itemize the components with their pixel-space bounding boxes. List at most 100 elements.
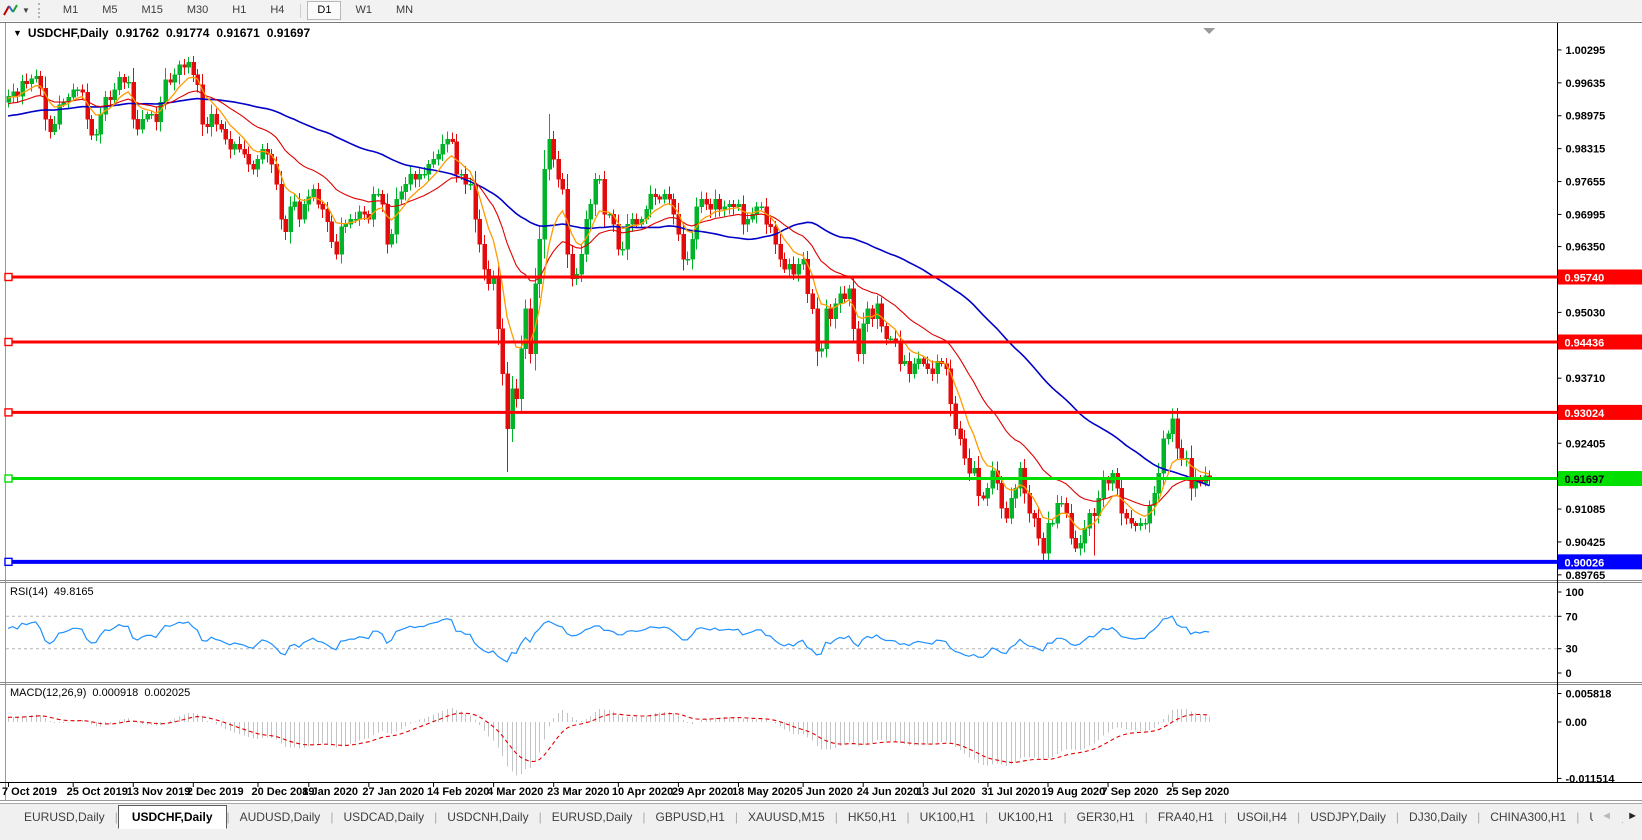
svg-text:19 Aug 2020: 19 Aug 2020 <box>1042 786 1106 798</box>
tab-eurusd-daily[interactable]: EURUSD,Daily <box>542 806 643 828</box>
svg-text:25 Sep 2020: 25 Sep 2020 <box>1166 786 1229 798</box>
svg-text:0.96350: 0.96350 <box>1566 242 1606 254</box>
timeframe-button-h4[interactable]: H4 <box>260 1 294 20</box>
svg-text:0.98315: 0.98315 <box>1566 144 1606 156</box>
tab-usdjpy-daily[interactable]: USDJPY,Daily <box>1300 806 1396 828</box>
macd-signal-value: 0.002025 <box>144 687 190 699</box>
svg-text:70: 70 <box>1566 611 1578 623</box>
timeframe-button-m15[interactable]: M15 <box>131 1 172 20</box>
rsi-name: RSI(14) <box>10 586 48 598</box>
svg-text:0.92405: 0.92405 <box>1566 438 1606 450</box>
svg-text:24 Jun 2020: 24 Jun 2020 <box>857 786 919 798</box>
svg-text:18 May 2020: 18 May 2020 <box>732 786 796 798</box>
rsi-value: 49.8165 <box>54 586 94 598</box>
svg-text:7 Oct 2019: 7 Oct 2019 <box>2 786 57 798</box>
tab-gbpusd-h1[interactable]: GBPUSD,H1 <box>646 806 735 828</box>
tab-uk100-h1[interactable]: UK100,H1 <box>988 806 1063 828</box>
svg-text:-0.011514: -0.011514 <box>1566 773 1616 785</box>
chart-title: ▼ USDCHF,Daily 0.91762 0.91774 0.91671 0.9169… <box>13 26 310 40</box>
macd-name: MACD(12,26,9) <box>10 687 86 699</box>
svg-text:0.90026: 0.90026 <box>1565 557 1605 569</box>
symbol-tabs: EURUSD,Daily|USDCHF,Daily|AUDUSD,Daily|U… <box>0 804 1642 830</box>
svg-text:13 Jul 2020: 13 Jul 2020 <box>917 786 976 798</box>
chart-tools-button[interactable]: ▼ <box>0 3 34 18</box>
chart-dropdown-icon[interactable]: ▼ <box>13 28 22 38</box>
line-handle[interactable] <box>5 339 12 346</box>
svg-text:0.95740: 0.95740 <box>1565 273 1605 285</box>
line-handle[interactable] <box>5 475 12 482</box>
svg-text:0.91085: 0.91085 <box>1566 504 1606 516</box>
svg-text:14 Feb 2020: 14 Feb 2020 <box>427 786 489 798</box>
svg-text:4 Mar 2020: 4 Mar 2020 <box>487 786 543 798</box>
chart-periods-icon <box>2 3 19 18</box>
timeframe-button-mn[interactable]: MN <box>386 1 423 20</box>
timeframe-button-m1[interactable]: M1 <box>53 1 88 20</box>
svg-text:0.005818: 0.005818 <box>1566 688 1612 700</box>
tab-china300-h1[interactable]: CHINA300,H1 <box>1480 806 1576 828</box>
svg-text:0.89765: 0.89765 <box>1566 570 1606 582</box>
svg-text:31 Jul 2020: 31 Jul 2020 <box>981 786 1040 798</box>
timeframe-toolbar: ▼ M1M5M15 M30H1H4 D1W1MN <box>0 0 1642 22</box>
tab-audusd-daily[interactable]: AUDUSD,Daily <box>230 806 331 828</box>
tab-scroll-left-icon[interactable]: ◄ <box>1601 810 1612 822</box>
svg-text:0.96995: 0.96995 <box>1566 209 1606 221</box>
price-chart-svg: 1.00295 0.99635 0.98975 0.98315 0.97655 0.969… <box>0 21 1642 803</box>
tab-usdchf-daily[interactable]: USDCHF,Daily <box>118 805 227 829</box>
svg-text:27 Jan 2020: 27 Jan 2020 <box>362 786 424 798</box>
svg-text:0.91697: 0.91697 <box>1565 474 1605 486</box>
svg-text:23 Mar 2020: 23 Mar 2020 <box>547 786 609 798</box>
timeframe-button-d1[interactable]: D1 <box>307 1 341 20</box>
toolbar-separator <box>300 4 301 18</box>
line-handle[interactable] <box>5 274 12 281</box>
trading-terminal: { "icons": { "dropdown": "▼", "toolbar_d… <box>0 0 1642 839</box>
svg-text:0.90425: 0.90425 <box>1566 537 1606 549</box>
tab-xauusd-m15[interactable]: XAUUSD,M15 <box>738 806 835 828</box>
svg-text:0.93024: 0.93024 <box>1565 408 1606 420</box>
svg-text:2 Dec 2019: 2 Dec 2019 <box>187 786 244 798</box>
svg-text:7 Sep 2020: 7 Sep 2020 <box>1102 786 1159 798</box>
svg-text:5 Jun 2020: 5 Jun 2020 <box>797 786 853 798</box>
ohlc-close: 0.91697 <box>267 26 310 40</box>
tab-uk100-h1[interactable]: UK100,H1 <box>910 806 985 828</box>
line-handle[interactable] <box>5 409 12 416</box>
svg-text:0.97655: 0.97655 <box>1566 177 1606 189</box>
svg-text:25 Oct 2019: 25 Oct 2019 <box>67 786 128 798</box>
line-handle[interactable] <box>5 558 12 565</box>
tab-scroll-arrows: ◄ ► <box>1593 810 1638 822</box>
svg-text:1.00295: 1.00295 <box>1566 45 1606 57</box>
tab-usdcnh-daily[interactable]: USDCNH,Daily <box>437 806 538 828</box>
svg-text:0.93710: 0.93710 <box>1566 373 1606 385</box>
chart-symbol-period: USDCHF,Daily <box>28 26 109 40</box>
ohlc-high: 0.91774 <box>166 26 209 40</box>
tab-eurusd-daily[interactable]: EURUSD,Daily <box>14 806 115 828</box>
macd-indicator-label: MACD(12,26,9) 0.000918 0.002025 <box>10 687 190 699</box>
tab-ger30-h1[interactable]: GER30,H1 <box>1067 806 1145 828</box>
tab-usoil-h4[interactable]: USOil,H4 <box>1227 806 1297 828</box>
timeframe-button-h1[interactable]: H1 <box>222 1 256 20</box>
macd-main-value: 0.000918 <box>92 687 138 699</box>
svg-text:0.94436: 0.94436 <box>1565 338 1605 350</box>
svg-text:30: 30 <box>1566 644 1578 656</box>
tab-hk50-h1[interactable]: HK50,H1 <box>838 806 907 828</box>
svg-text:0: 0 <box>1566 668 1572 680</box>
date-axis: 7 Oct 2019 25 Oct 201913 Nov 20192 Dec 20… <box>2 783 1229 798</box>
ohlc-low: 0.91671 <box>216 26 259 40</box>
svg-text:29 Apr 2020: 29 Apr 2020 <box>672 786 733 798</box>
tab-fra40-h1[interactable]: FRA40,H1 <box>1148 806 1224 828</box>
toolbar-grip[interactable] <box>38 3 45 18</box>
tab-dj30-daily[interactable]: DJ30,Daily <box>1399 806 1477 828</box>
svg-text:0.98975: 0.98975 <box>1566 111 1606 123</box>
svg-text:10 Apr 2020: 10 Apr 2020 <box>612 786 673 798</box>
tab-usdcad-daily[interactable]: USDCAD,Daily <box>333 806 434 828</box>
timeframe-button-w1[interactable]: W1 <box>345 1 382 20</box>
ohlc-open: 0.91762 <box>116 26 159 40</box>
svg-text:13 Nov 2019: 13 Nov 2019 <box>127 786 191 798</box>
chart-window: 1.00295 0.99635 0.98975 0.98315 0.97655 0.969… <box>0 21 1642 803</box>
timeframe-button-m5[interactable]: M5 <box>92 1 127 20</box>
symbol-tabbar: EURUSD,Daily|USDCHF,Daily|AUDUSD,Daily|U… <box>0 803 1642 840</box>
tab-scroll-right-icon[interactable]: ► <box>1627 810 1638 822</box>
timeframe-button-m30[interactable]: M30 <box>177 1 218 20</box>
svg-text:0.00: 0.00 <box>1566 717 1587 729</box>
rsi-indicator-label: RSI(14) 49.8165 <box>10 586 94 598</box>
svg-text:0.99635: 0.99635 <box>1566 78 1606 90</box>
